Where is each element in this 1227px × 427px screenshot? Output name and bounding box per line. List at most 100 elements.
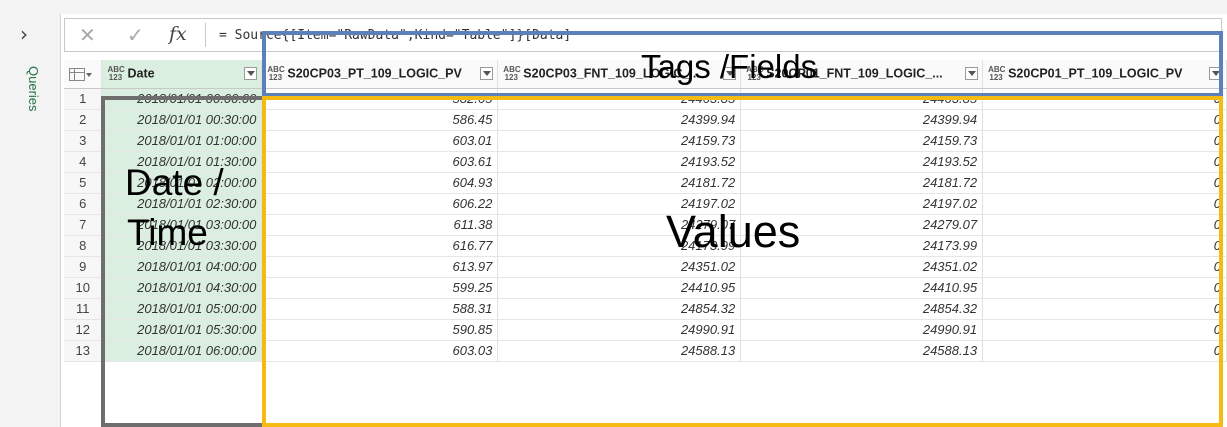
table-row[interactable]: 10 2018/01/01 04:30:00 599.25 24410.95 24410… bbox=[64, 277, 1227, 299]
value-cell[interactable]: 24173.99 bbox=[740, 235, 984, 257]
value-cell[interactable]: 613.97 bbox=[261, 256, 499, 278]
value-cell[interactable]: 0 bbox=[982, 298, 1227, 320]
value-cell[interactable]: 24399.94 bbox=[497, 109, 742, 131]
value-cell[interactable]: 0 bbox=[982, 109, 1227, 131]
date-cell[interactable]: 2018/01/01 03:30:00 bbox=[101, 235, 263, 257]
check-icon[interactable]: ✓ bbox=[127, 23, 144, 47]
table-row[interactable]: 11 2018/01/01 05:00:00 588.31 24854.32 24854… bbox=[64, 298, 1227, 320]
value-cell[interactable]: 24463.85 bbox=[497, 88, 742, 110]
row-number[interactable]: 8 bbox=[64, 235, 103, 257]
value-cell[interactable]: 603.03 bbox=[261, 340, 499, 362]
value-cell[interactable]: 0 bbox=[982, 235, 1227, 257]
value-cell[interactable]: 599.25 bbox=[261, 277, 499, 299]
value-cell[interactable]: 24351.02 bbox=[740, 256, 984, 278]
value-cell[interactable]: 24193.52 bbox=[740, 151, 984, 173]
value-cell[interactable]: 588.31 bbox=[261, 298, 499, 320]
value-cell[interactable]: 0 bbox=[982, 193, 1227, 215]
table-row[interactable]: 3 2018/01/01 01:00:00 603.01 24159.73 24159.… bbox=[64, 130, 1227, 152]
value-cell[interactable]: 582.65 bbox=[261, 88, 499, 110]
value-cell[interactable]: 24854.32 bbox=[497, 298, 742, 320]
formula-input[interactable]: = Source{[Item="RawData",Kind="Table"]}[… bbox=[219, 28, 571, 43]
value-cell[interactable]: 0 bbox=[982, 214, 1227, 236]
value-cell[interactable]: 590.85 bbox=[261, 319, 499, 341]
table-row[interactable]: 5 2018/01/01 02:00:00 604.93 24181.72 24181.… bbox=[64, 172, 1227, 194]
value-cell[interactable]: 0 bbox=[982, 277, 1227, 299]
date-cell[interactable]: 2018/01/01 05:00:00 bbox=[101, 298, 263, 320]
value-cell[interactable]: 603.61 bbox=[261, 151, 499, 173]
value-cell[interactable]: 586.45 bbox=[261, 109, 499, 131]
date-cell[interactable]: 2018/01/01 03:00:00 bbox=[101, 214, 263, 236]
filter-dropdown-icon[interactable] bbox=[244, 67, 258, 80]
value-cell[interactable]: 24588.13 bbox=[497, 340, 742, 362]
value-cell[interactable]: 0 bbox=[982, 319, 1227, 341]
value-cell[interactable]: 24159.73 bbox=[740, 130, 984, 152]
table-row[interactable]: 12 2018/01/01 05:30:00 590.85 24990.91 24990… bbox=[64, 319, 1227, 341]
filter-dropdown-icon[interactable] bbox=[480, 67, 494, 80]
row-number[interactable]: 9 bbox=[64, 256, 103, 278]
value-cell[interactable]: 606.22 bbox=[261, 193, 499, 215]
row-number[interactable]: 11 bbox=[64, 298, 103, 320]
value-cell[interactable]: 616.77 bbox=[261, 235, 499, 257]
table-row[interactable]: 8 2018/01/01 03:30:00 616.77 24173.99 24173.… bbox=[64, 235, 1227, 257]
column-header-date[interactable]: ABC 123 Date bbox=[101, 60, 263, 89]
table-row[interactable]: 6 2018/01/01 02:30:00 606.22 24197.02 24197.… bbox=[64, 193, 1227, 215]
row-number[interactable]: 2 bbox=[64, 109, 103, 131]
row-number[interactable]: 12 bbox=[64, 319, 103, 341]
value-cell[interactable]: 0 bbox=[982, 340, 1227, 362]
row-number[interactable]: 7 bbox=[64, 214, 103, 236]
value-cell[interactable]: 24159.73 bbox=[497, 130, 742, 152]
filter-dropdown-icon[interactable] bbox=[1209, 67, 1222, 80]
filter-dropdown-icon[interactable] bbox=[723, 67, 737, 80]
date-cell[interactable]: 2018/01/01 04:30:00 bbox=[101, 277, 263, 299]
table-corner-menu[interactable] bbox=[64, 60, 103, 89]
row-number[interactable]: 13 bbox=[64, 340, 103, 362]
table-row[interactable]: 2 2018/01/01 00:30:00 586.45 24399.94 24399.… bbox=[64, 109, 1227, 131]
value-cell[interactable]: 0 bbox=[982, 172, 1227, 194]
value-cell[interactable]: 24588.13 bbox=[740, 340, 984, 362]
value-cell[interactable]: 24193.52 bbox=[497, 151, 742, 173]
date-cell[interactable]: 2018/01/01 00:30:00 bbox=[101, 109, 263, 131]
row-number[interactable]: 4 bbox=[64, 151, 103, 173]
column-header-4[interactable]: ABC 123 S20CP01_PT_109_LOGIC_PV bbox=[982, 60, 1227, 89]
date-cell[interactable]: 2018/01/01 02:00:00 bbox=[101, 172, 263, 194]
column-header-1[interactable]: ABC 123 S20CP03_PT_109_LOGIC_PV bbox=[261, 60, 499, 89]
row-number[interactable]: 5 bbox=[64, 172, 103, 194]
value-cell[interactable]: 24279.07 bbox=[497, 214, 742, 236]
filter-dropdown-icon[interactable] bbox=[965, 67, 979, 80]
date-cell[interactable]: 2018/01/01 01:00:00 bbox=[101, 130, 263, 152]
table-row[interactable]: 1 2018/01/01 00:00:00 582.65 24463.85 24463.… bbox=[64, 88, 1227, 110]
value-cell[interactable]: 603.01 bbox=[261, 130, 499, 152]
row-number[interactable]: 3 bbox=[64, 130, 103, 152]
value-cell[interactable]: 611.38 bbox=[261, 214, 499, 236]
value-cell[interactable]: 24854.32 bbox=[740, 298, 984, 320]
table-row[interactable]: 7 2018/01/01 03:00:00 611.38 24279.07 24279.… bbox=[64, 214, 1227, 236]
value-cell[interactable]: 604.93 bbox=[261, 172, 499, 194]
close-icon[interactable]: ✕ bbox=[79, 23, 96, 47]
fx-icon[interactable]: fx bbox=[169, 23, 187, 45]
row-number[interactable]: 1 bbox=[64, 88, 103, 110]
value-cell[interactable]: 24399.94 bbox=[740, 109, 984, 131]
value-cell[interactable]: 0 bbox=[982, 256, 1227, 278]
date-cell[interactable]: 2018/01/01 00:00:00 bbox=[101, 88, 263, 110]
value-cell[interactable]: 0 bbox=[982, 151, 1227, 173]
value-cell[interactable]: 24351.02 bbox=[497, 256, 742, 278]
date-cell[interactable]: 2018/01/01 06:00:00 bbox=[101, 340, 263, 362]
value-cell[interactable]: 24410.95 bbox=[740, 277, 984, 299]
date-cell[interactable]: 2018/01/01 01:30:00 bbox=[101, 151, 263, 173]
value-cell[interactable]: 24990.91 bbox=[740, 319, 984, 341]
value-cell[interactable]: 0 bbox=[982, 130, 1227, 152]
value-cell[interactable]: 24197.02 bbox=[497, 193, 742, 215]
chevron-right-icon[interactable]: › bbox=[20, 22, 28, 46]
column-header-3[interactable]: ABC 123 S20CP01_FNT_109_LOGIC_... bbox=[740, 60, 984, 89]
value-cell[interactable]: 0 bbox=[982, 88, 1227, 110]
value-cell[interactable]: 24279.07 bbox=[740, 214, 984, 236]
date-cell[interactable]: 2018/01/01 05:30:00 bbox=[101, 319, 263, 341]
date-cell[interactable]: 2018/01/01 04:00:00 bbox=[101, 256, 263, 278]
value-cell[interactable]: 24181.72 bbox=[740, 172, 984, 194]
queries-pane-label[interactable]: Queries bbox=[26, 66, 41, 112]
column-header-2[interactable]: ABC 123 S20CP03_FNT_109_LOGIC_... bbox=[497, 60, 742, 89]
value-cell[interactable]: 24463.85 bbox=[740, 88, 984, 110]
value-cell[interactable]: 24990.91 bbox=[497, 319, 742, 341]
table-row[interactable]: 9 2018/01/01 04:00:00 613.97 24351.02 24351.… bbox=[64, 256, 1227, 278]
value-cell[interactable]: 24197.02 bbox=[740, 193, 984, 215]
